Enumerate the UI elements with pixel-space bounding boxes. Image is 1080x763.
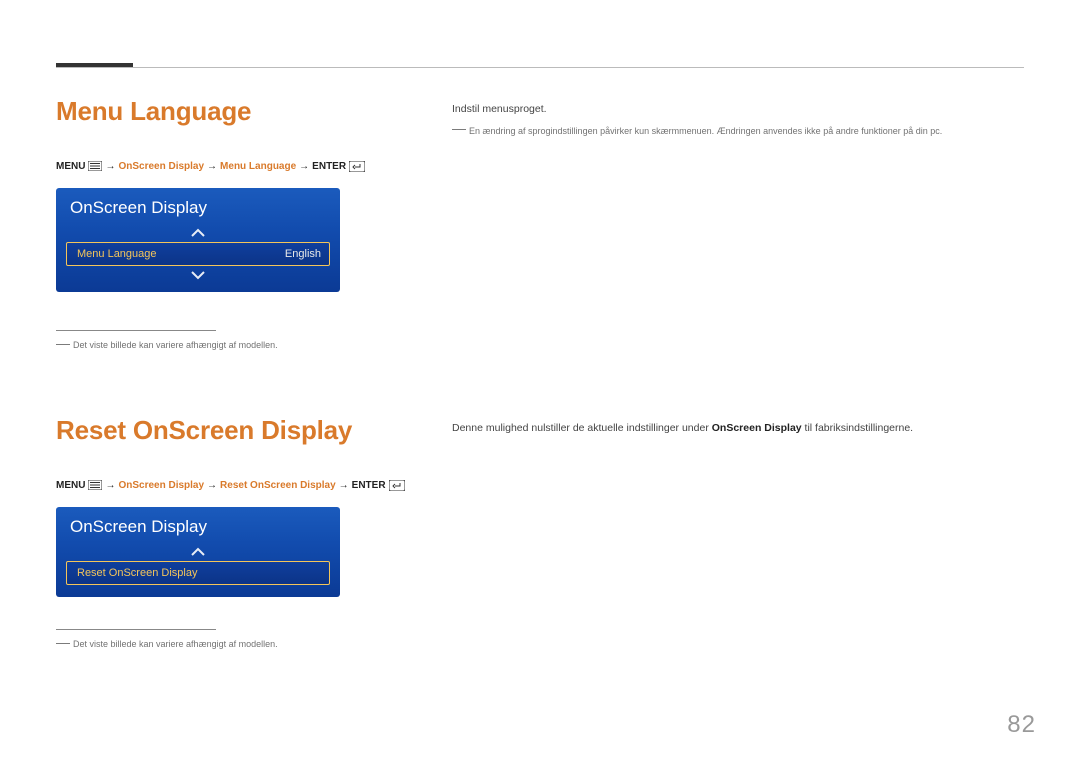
page-top-rule (56, 67, 1024, 68)
footnote-text: Det viste billede kan variere afhængigt … (73, 339, 278, 352)
osd-row-reset[interactable]: Reset OnScreen Display (66, 561, 330, 585)
footnote-model-vary: ― Det viste billede kan variere afhængig… (56, 638, 1024, 651)
footnote-model-vary: ― Det viste billede kan variere afhængig… (56, 339, 1024, 352)
breadcrumb-reset-onscreen-display: Reset OnScreen Display (220, 480, 336, 491)
breadcrumb-onscreen-display: OnScreen Display (118, 161, 204, 172)
description-bold: OnScreen Display (712, 422, 802, 434)
breadcrumb-menu: MENU (56, 480, 85, 491)
breadcrumb-arrow: → (105, 161, 115, 172)
chevron-down-icon[interactable] (56, 268, 340, 282)
osd-row-label: Menu Language (77, 248, 157, 260)
description-note: En ændring af sprogindstillingen påvirke… (469, 124, 942, 138)
description-line1: Indstil menusproget. (452, 101, 1012, 118)
description-menu-language: Indstil menusproget. ― En ændring af spr… (452, 101, 1012, 138)
breadcrumb-menu-language: Menu Language (220, 161, 296, 172)
dash-icon: ― (56, 339, 70, 349)
osd-row-menu-language[interactable]: Menu Language English (66, 242, 330, 266)
osd-panel-reset: OnScreen Display Reset OnScreen Display (56, 507, 340, 597)
osd-title: OnScreen Display (56, 507, 340, 545)
osd-title: OnScreen Display (56, 188, 340, 226)
description-reset: Denne mulighed nulstiller de aktuelle in… (452, 420, 1012, 437)
enter-icon (349, 161, 365, 172)
breadcrumb-reset-onscreen-display: MENU → OnScreen Display → Reset OnScreen… (56, 480, 1024, 491)
breadcrumb-arrow: → (207, 480, 217, 491)
osd-panel-menu-language: OnScreen Display Menu Language English (56, 188, 340, 292)
chevron-up-icon[interactable] (56, 226, 340, 240)
osd-row-value: English (285, 248, 321, 260)
section-menu-language: Menu Language MENU → OnScreen Display → … (56, 96, 1024, 352)
breadcrumb-arrow: → (105, 480, 115, 491)
chevron-up-icon[interactable] (56, 545, 340, 559)
description-pre: Denne mulighed nulstiller de aktuelle in… (452, 422, 712, 434)
dash-icon: ― (452, 124, 466, 138)
breadcrumb-arrow: → (299, 161, 309, 172)
section-reset-onscreen-display: Reset OnScreen Display MENU → OnScreen D… (56, 415, 1024, 651)
footnote-text: Det viste billede kan variere afhængigt … (73, 638, 278, 651)
breadcrumb-menu-language: MENU → OnScreen Display → Menu Language … (56, 161, 1024, 172)
description-post: til fabriksindstillingerne. (802, 422, 913, 434)
menu-icon (88, 161, 102, 172)
breadcrumb-enter: ENTER (352, 480, 386, 491)
breadcrumb-arrow: → (207, 161, 217, 172)
enter-icon (389, 480, 405, 491)
menu-icon (88, 480, 102, 491)
breadcrumb-menu: MENU (56, 161, 85, 172)
dash-icon: ― (56, 638, 70, 648)
breadcrumb-onscreen-display: OnScreen Display (118, 480, 204, 491)
divider (56, 629, 216, 630)
breadcrumb-enter: ENTER (312, 161, 346, 172)
page-number: 82 (1007, 711, 1036, 739)
osd-row-label: Reset OnScreen Display (77, 567, 197, 579)
breadcrumb-arrow: → (339, 480, 349, 491)
divider (56, 330, 216, 331)
